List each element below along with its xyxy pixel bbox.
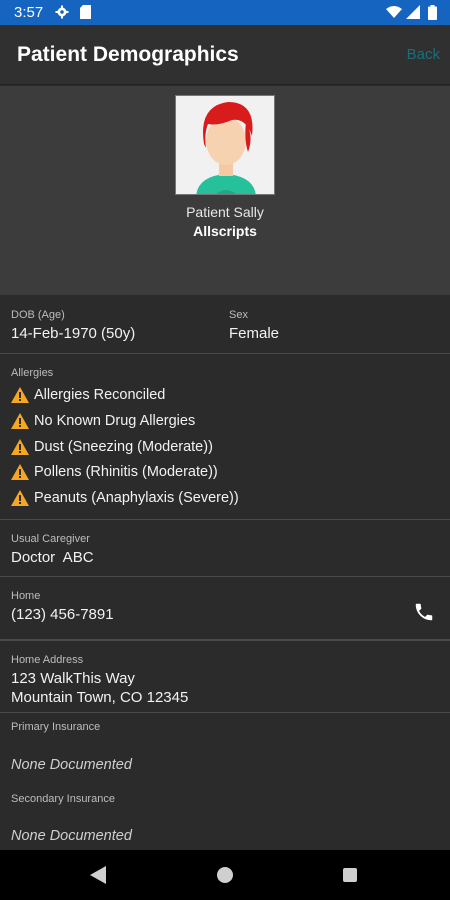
caregiver-label: Usual Caregiver [11, 533, 90, 545]
allergy-item: Pollens (Rhinitis (Moderate)) [11, 461, 218, 483]
system-navigation-bar [0, 850, 450, 900]
warning-icon [11, 490, 29, 506]
insurance-section: Primary Insurance None Documented Second… [0, 713, 450, 850]
allergy-item-label: No Known Drug Allergies [34, 413, 196, 429]
primary-insurance-value: None Documented [11, 757, 132, 773]
caregiver-section: Usual Caregiver Doctor ABC [0, 520, 450, 577]
allergies-label: Allergies [11, 367, 54, 379]
status-time: 3:57 [14, 4, 44, 21]
primary-insurance-label: Primary Insurance [11, 721, 101, 733]
dob-value: 14-Feb-1970 (50y) [11, 325, 136, 342]
sex-value: Female [229, 325, 280, 342]
nav-back-icon[interactable] [90, 866, 106, 884]
allergy-item-label: Pollens (Rhinitis (Moderate)) [34, 464, 218, 480]
sd-card-icon [80, 5, 91, 19]
home-address-label: Home Address [11, 654, 84, 666]
patient-name: Patient Sally [186, 204, 264, 220]
secondary-insurance-value: None Documented [11, 828, 132, 844]
patient-organization: Allscripts [193, 223, 257, 239]
secondary-insurance-label: Secondary Insurance [11, 793, 115, 805]
patient-avatar [175, 95, 275, 195]
sex-label: Sex [229, 309, 248, 321]
home-phone-value: (123) 456-7891 [11, 606, 114, 623]
warning-icon [11, 413, 29, 429]
warning-icon [11, 464, 29, 480]
phone-icon[interactable] [413, 601, 435, 623]
home-phone-section: Home (123) 456-7891 [0, 577, 450, 641]
battery-icon [428, 5, 437, 20]
wifi-icon [386, 6, 402, 18]
allergy-item: Allergies Reconciled [11, 384, 165, 406]
gear-icon [55, 5, 69, 19]
back-button[interactable]: Back [407, 46, 440, 63]
warning-icon [11, 439, 29, 455]
address-line-2: Mountain Town, CO 12345 [11, 689, 189, 706]
allergy-item-label: Peanuts (Anaphylaxis (Severe)) [34, 490, 239, 506]
nav-home-icon[interactable] [217, 867, 233, 883]
app-bar: Patient Demographics Back [0, 25, 450, 85]
allergy-item-label: Allergies Reconciled [34, 387, 166, 403]
allergy-item: Peanuts (Anaphylaxis (Severe)) [11, 487, 239, 509]
avatar-illustration [176, 96, 274, 194]
home-address-section: Home Address 123 WalkThis Way Mountain T… [0, 641, 450, 713]
address-line-1: 123 WalkThis Way [11, 670, 135, 687]
allergy-item-label: Dust (Sneezing (Moderate)) [34, 439, 213, 455]
page-title: Patient Demographics [17, 43, 239, 66]
nav-recents-icon[interactable] [343, 868, 357, 882]
demographics-section: DOB (Age) 14-Feb-1970 (50y) Sex Female [0, 296, 450, 354]
allergy-item: No Known Drug Allergies [11, 410, 195, 432]
allergy-item: Dust (Sneezing (Moderate)) [11, 436, 213, 458]
allergies-section: Allergies Allergies Reconciled No Known … [0, 354, 450, 520]
warning-icon [11, 387, 29, 403]
caregiver-value: Doctor ABC [11, 549, 94, 566]
status-bar: 3:57 [0, 0, 450, 25]
home-phone-label: Home [11, 590, 41, 602]
signal-icon [406, 5, 420, 19]
dob-label: DOB (Age) [11, 309, 65, 321]
patient-profile-header: Patient Sally Allscripts [0, 86, 450, 295]
